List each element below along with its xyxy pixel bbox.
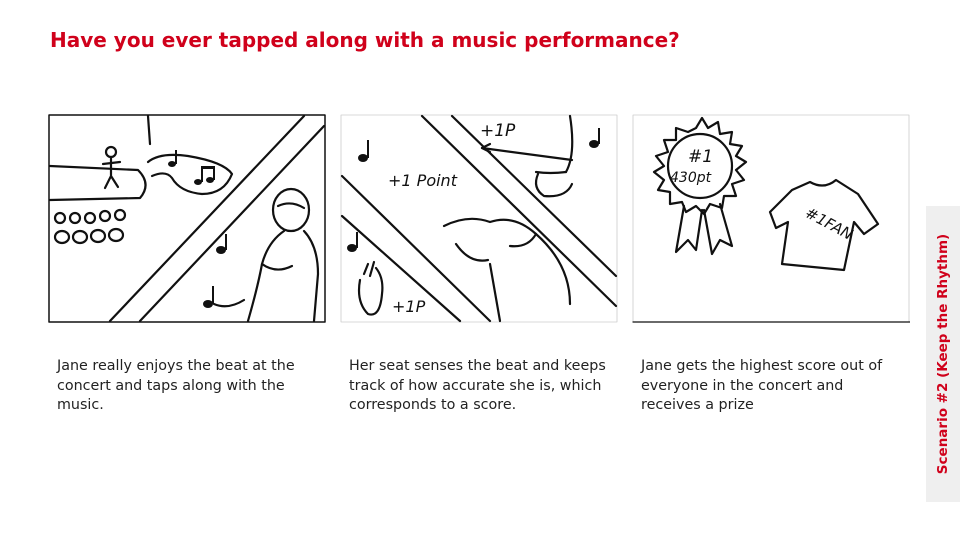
- sketch-prize: #1 430pt #1FAN: [632, 114, 910, 323]
- sketch-seat-sensing: +1P +1 Point +1P: [340, 114, 618, 323]
- sketch-score-label: +1 Point: [388, 171, 458, 190]
- sketch-score-value: 430pt: [670, 170, 712, 186]
- sketch-fan-label: #1FAN: [802, 204, 856, 244]
- sketch-score-label: +1P: [480, 121, 516, 141]
- storyboard-panel-3: #1 430pt #1FAN: [632, 114, 910, 323]
- sketch-score-label: +1P: [392, 297, 426, 316]
- panel-2-caption: Her seat senses the beat and keeps track…: [349, 358, 606, 413]
- panel-1-caption: Jane really enjoys the beat at the conce…: [57, 358, 295, 413]
- sketch-rank-label: #1: [688, 147, 713, 167]
- sketch-concert-tapping: [48, 114, 326, 323]
- panel-3-caption: Jane gets the highest score out of every…: [641, 358, 883, 413]
- storyboard-panel-1: [48, 114, 326, 323]
- storyboard-panel-2: +1P +1 Point +1P: [340, 114, 618, 323]
- slide-title: Have you ever tapped along with a music …: [50, 28, 680, 52]
- scenario-label: Scenario #2 (Keep the Rhythm): [935, 233, 951, 475]
